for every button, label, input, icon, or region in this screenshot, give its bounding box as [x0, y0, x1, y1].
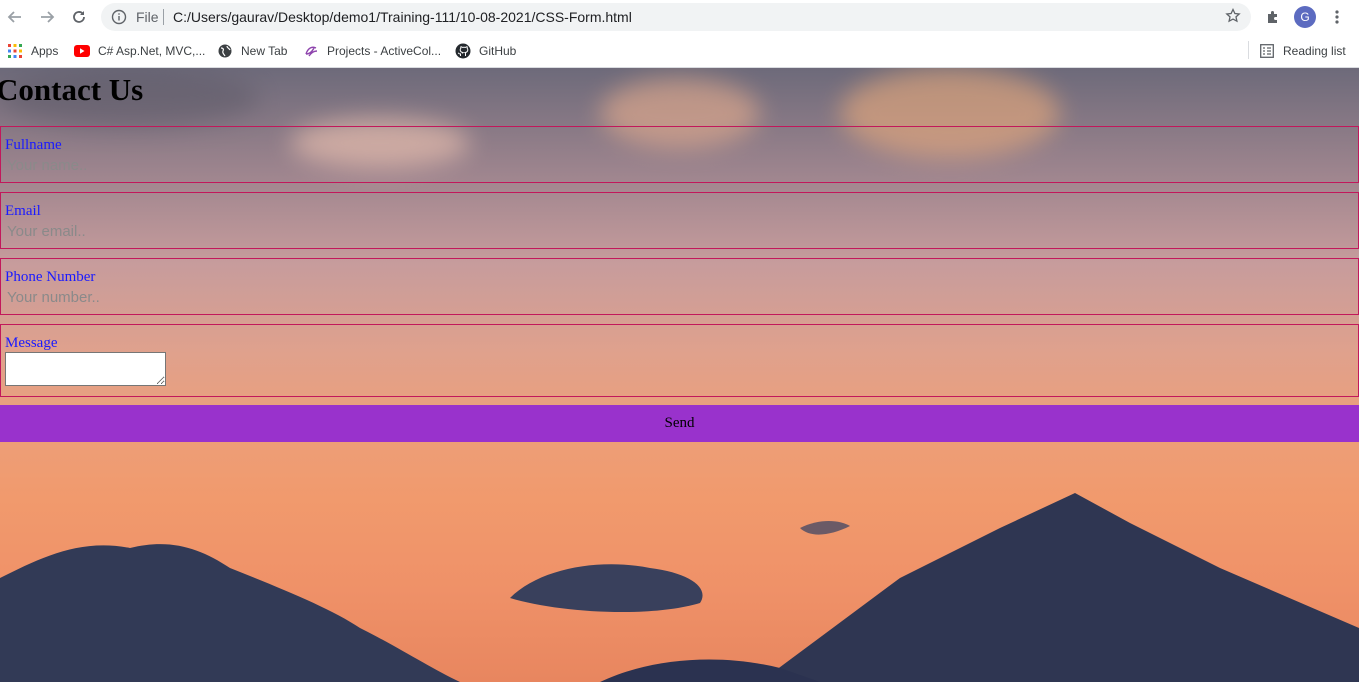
- reading-list-label: Reading list: [1283, 44, 1346, 58]
- menu-kebab-icon[interactable]: [1326, 6, 1348, 28]
- bookmark-csharp-aspnet[interactable]: C# Asp.Net, MVC,...: [74, 42, 205, 60]
- reading-list-button[interactable]: Reading list: [1259, 42, 1346, 60]
- send-button[interactable]: Send: [0, 405, 1359, 442]
- bookmark-new-tab[interactable]: New Tab: [217, 42, 287, 60]
- fullname-field-group: Fullname: [0, 126, 1359, 183]
- message-textarea[interactable]: [5, 352, 166, 386]
- omnibox-divider: [163, 9, 164, 25]
- back-icon[interactable]: [4, 6, 26, 28]
- file-scheme-label: File: [136, 9, 159, 25]
- profile-avatar[interactable]: G: [1294, 6, 1316, 28]
- browser-toolbar: File C:/Users/gaurav/Desktop/demo1/Train…: [0, 0, 1359, 35]
- bookmark-star-icon[interactable]: [1225, 7, 1241, 29]
- info-icon[interactable]: [111, 9, 127, 30]
- url-text[interactable]: C:/Users/gaurav/Desktop/demo1/Training-1…: [173, 9, 632, 25]
- fullname-label: Fullname: [5, 137, 62, 153]
- projects-icon: [303, 43, 319, 59]
- bookmark-apps[interactable]: Apps: [7, 42, 58, 60]
- bookmark-projects[interactable]: Projects - ActiveCol...: [303, 42, 441, 60]
- message-field-group: Message: [0, 324, 1359, 397]
- bookmark-label: New Tab: [241, 44, 288, 58]
- github-icon: [455, 43, 471, 59]
- address-bar[interactable]: File C:/Users/gaurav/Desktop/demo1/Train…: [101, 3, 1251, 31]
- bookmark-label: C# Asp.Net, MVC,...: [98, 44, 206, 58]
- phone-field-group: Phone Number: [0, 258, 1359, 315]
- phone-label: Phone Number: [5, 269, 96, 285]
- email-input[interactable]: [1, 221, 1353, 241]
- youtube-icon: [74, 43, 90, 59]
- bookmark-label: GitHub: [479, 44, 517, 58]
- bookmarks-divider: [1248, 41, 1249, 59]
- reload-icon[interactable]: [68, 6, 90, 28]
- fullname-input[interactable]: [1, 155, 1353, 175]
- apps-grid-icon: [7, 43, 23, 59]
- globe-icon: [217, 43, 233, 59]
- page-viewport: Contact Us Fullname Email Phone Number M…: [0, 68, 1359, 682]
- message-label: Message: [5, 335, 58, 351]
- bookmark-label: Apps: [31, 44, 59, 58]
- reading-list-icon: [1259, 43, 1275, 59]
- bookmark-label: Projects - ActiveCol...: [327, 44, 442, 58]
- email-field-group: Email: [0, 192, 1359, 249]
- extensions-icon[interactable]: [1262, 6, 1284, 28]
- page-title: Contact Us: [0, 72, 144, 107]
- email-label: Email: [5, 203, 41, 219]
- phone-input[interactable]: [1, 287, 1353, 307]
- forward-icon[interactable]: [36, 6, 58, 28]
- bookmark-github[interactable]: GitHub: [455, 42, 516, 60]
- bookmarks-bar: Apps C# Asp.Net, MVC,... New Tab Project…: [0, 35, 1359, 68]
